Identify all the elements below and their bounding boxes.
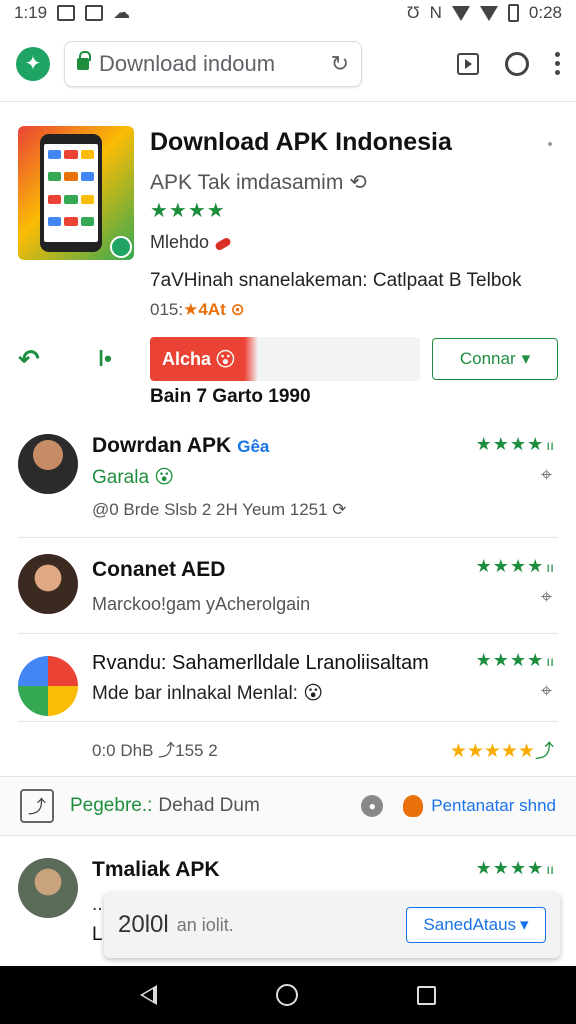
url-bar[interactable]: Download indoum ↻ bbox=[64, 40, 362, 87]
toolbar: ✦ Download indoum ↻ bbox=[0, 26, 576, 102]
avatar[interactable] bbox=[18, 554, 78, 614]
app-icon[interactable] bbox=[18, 126, 134, 260]
app-subtitle: APK Tak imdasamim ⟲ bbox=[150, 171, 367, 194]
status-time-right: 0:28 bbox=[528, 3, 562, 22]
app-description: 7aVHinah snanelakeman: Catlpaat B Telbok bbox=[150, 270, 522, 291]
app-rating-stars: ★★★★ bbox=[150, 200, 226, 222]
review-rating: ★★★★ ıı bbox=[475, 858, 554, 878]
back-icon[interactable] bbox=[139, 985, 157, 1005]
review-meta: L bbox=[92, 924, 103, 945]
promo-label: Pegebre.: Dehad Dum bbox=[70, 795, 260, 816]
review-subtitle: Marckoo!gam yAcherolgain bbox=[92, 594, 311, 614]
app-developer[interactable]: Mlehdo bbox=[150, 232, 232, 253]
list-item[interactable]: Rvandu: Sahamerlldale Lranoliisaltam Mde… bbox=[18, 646, 558, 722]
tag-icon[interactable]: ⌖ bbox=[541, 464, 552, 487]
install-button[interactable]: Alcha 😮 bbox=[150, 337, 420, 381]
promo-bar[interactable]: ⤴ Pegebre.: Dehad Dum ● Pentanatar shnd bbox=[0, 776, 576, 836]
review-meta: 0:0 DhB ⤴155 2 bbox=[92, 741, 218, 760]
snackbar-popup: 20l0l an iolit. SanedAtaus ▾ bbox=[104, 892, 560, 958]
shield-icon: Ʊ bbox=[406, 3, 420, 22]
reload-icon[interactable]: ↻ bbox=[331, 51, 349, 77]
media-icon[interactable] bbox=[457, 52, 479, 75]
share-icon[interactable]: ↶ bbox=[18, 344, 58, 375]
tag-icon[interactable]: ⌖ bbox=[541, 680, 552, 703]
pill-icon bbox=[214, 236, 232, 252]
more-menu-icon[interactable] bbox=[555, 52, 560, 75]
review-subtitle: .. bbox=[92, 894, 103, 915]
chevron-down-icon: ▾ bbox=[521, 349, 531, 368]
action-row: ↶ ǀ• Alcha 😮 Connar ▾ bbox=[18, 336, 558, 382]
promo-link[interactable]: Pentanatar shnd bbox=[431, 796, 556, 816]
review-title[interactable]: Conanet AED bbox=[92, 558, 225, 582]
promo-icon: ⤴ bbox=[20, 789, 54, 823]
avatar[interactable] bbox=[18, 656, 78, 716]
review-subtitle: Garala 😮 bbox=[92, 467, 175, 488]
battery-icon bbox=[507, 4, 519, 22]
store-logo-icon[interactable]: ✦ bbox=[16, 46, 50, 81]
cloud-notification-icon: ☁ bbox=[113, 3, 131, 22]
list-item[interactable]: Conanet AED Marckoo!gam yAcherolgain ★★★… bbox=[18, 550, 558, 634]
popup-note: an iolit. bbox=[176, 914, 234, 935]
popup-count: 20l0l bbox=[118, 911, 169, 938]
phone-graphic bbox=[40, 134, 102, 252]
continue-button[interactable]: Connar ▾ bbox=[432, 338, 558, 380]
review-title[interactable]: Dowrdan APK Gêa bbox=[92, 434, 269, 458]
tag-icon[interactable]: ⌖ bbox=[541, 586, 552, 609]
search-icon[interactable] bbox=[505, 51, 529, 76]
status-time: 1:19 bbox=[14, 3, 48, 22]
review-meta-row: 0:0 DhB ⤴155 2 ★★★★★⤴ bbox=[92, 736, 558, 762]
signal-icon bbox=[479, 5, 498, 21]
review-subtitle: Mde bar inlnakal Menlal: 😮 bbox=[92, 683, 324, 704]
recents-icon[interactable] bbox=[417, 985, 437, 1005]
chart-icon[interactable]: ǀ• bbox=[98, 346, 138, 372]
verified-badge-icon bbox=[110, 236, 132, 258]
avatar[interactable] bbox=[18, 858, 78, 918]
download-count: Bain 7 Garto 1990 bbox=[150, 386, 311, 407]
review-rating: ★★★★ ıı bbox=[475, 650, 554, 670]
app-header: Download APK Indonesia APK Tak imdasamim… bbox=[18, 124, 558, 324]
review-rating: ★★★★ ıı bbox=[475, 434, 554, 454]
bottom-rating: ★★★★★⤴ bbox=[449, 741, 554, 762]
popup-action-button[interactable]: SanedAtaus ▾ bbox=[406, 907, 546, 943]
emoji-icon: 😮 bbox=[215, 348, 236, 371]
app-meta: 015:★4At ⊙ bbox=[150, 300, 245, 319]
chat-icon[interactable]: ● bbox=[361, 795, 384, 817]
lock-icon bbox=[77, 50, 91, 70]
app-title: Download APK Indonesia bbox=[150, 128, 452, 156]
status-bar: 1:19 ☁ Ʊ N 0:28 bbox=[0, 0, 576, 26]
refresh-icon: ⟲ bbox=[349, 171, 367, 194]
no-sim-icon: N bbox=[429, 3, 442, 22]
review-meta: @0 Brde Slsb 2 2H Yeum 1251 ⟳ bbox=[92, 500, 347, 519]
wifi-icon bbox=[451, 5, 470, 21]
system-navbar bbox=[0, 966, 576, 1024]
review-title[interactable]: Rvandu: Sahamerlldale Lranoliisaltam bbox=[92, 652, 429, 675]
review-rating: ★★★★ ıı bbox=[475, 556, 554, 576]
image-notification-icon bbox=[85, 5, 104, 21]
url-text[interactable]: Download indoum bbox=[99, 51, 331, 77]
list-item[interactable]: Dowrdan APK Gêa Garala 😮 @0 Brde Slsb 2 2… bbox=[18, 428, 558, 538]
chevron-down-icon: ▾ bbox=[520, 915, 529, 934]
more-dot-icon[interactable] bbox=[548, 142, 552, 146]
gallery-notification-icon bbox=[57, 5, 76, 21]
home-icon[interactable] bbox=[275, 984, 298, 1006]
person-icon bbox=[403, 795, 424, 817]
review-title[interactable]: Tmaliak APK bbox=[92, 858, 220, 882]
avatar[interactable] bbox=[18, 434, 78, 494]
